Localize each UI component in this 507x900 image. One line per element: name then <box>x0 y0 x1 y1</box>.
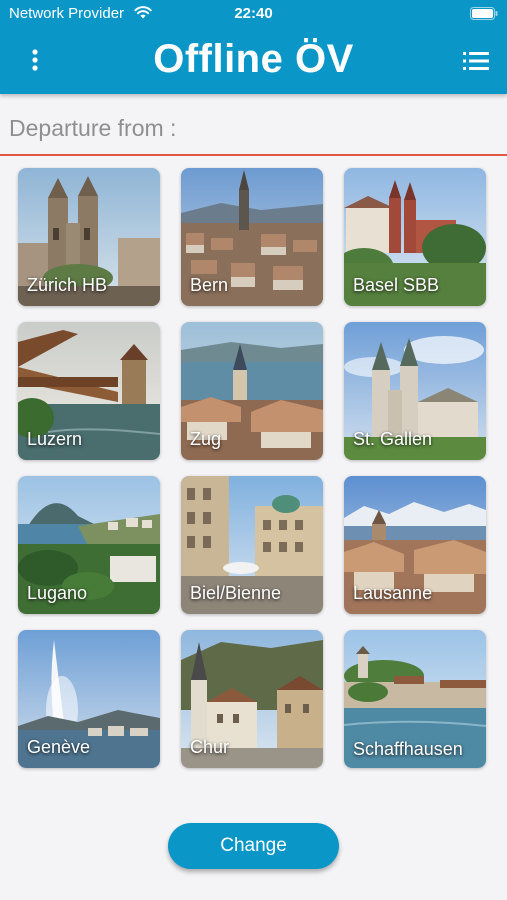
change-button[interactable]: Change <box>168 823 339 869</box>
city-label: Luzern <box>27 429 83 449</box>
city-label: Genève <box>27 737 91 757</box>
list-icon[interactable] <box>462 50 490 72</box>
city-tile-zurich-hb[interactable]: Zürich HB <box>18 168 160 306</box>
departure-input[interactable] <box>0 108 507 148</box>
status-bar: Network Provider 22:40 <box>0 0 507 28</box>
city-grid: Zürich HB Bern Basel SBB Luzern Zug St. … <box>18 168 486 768</box>
battery-icon <box>470 7 498 20</box>
city-label: Zug <box>190 429 222 449</box>
city-tile-geneve[interactable]: Genève <box>18 630 160 768</box>
city-label: Zürich HB <box>27 275 108 295</box>
city-tile-basel-sbb[interactable]: Basel SBB <box>344 168 486 306</box>
city-label: Lausanne <box>353 583 433 603</box>
status-time: 22:40 <box>234 5 273 22</box>
app-header: Network Provider 22:40 Offline ÖV <box>0 0 507 94</box>
city-label: Biel/Bienne <box>190 583 282 603</box>
city-label: Bern <box>190 275 229 295</box>
city-label: Lugano <box>27 583 88 603</box>
city-tile-schaffhausen[interactable]: Schaffhausen <box>344 630 486 768</box>
app-title: Offline ÖV <box>153 37 354 81</box>
city-tile-lausanne[interactable]: Lausanne <box>344 476 486 614</box>
city-label: Basel SBB <box>353 275 440 295</box>
city-tile-zug[interactable]: Zug <box>181 322 323 460</box>
city-tile-biel-bienne[interactable]: Biel/Bienne <box>181 476 323 614</box>
city-label: St. Gallen <box>353 429 433 449</box>
city-tile-luzern[interactable]: Luzern <box>18 322 160 460</box>
city-label: Schaffhausen <box>353 739 463 759</box>
departure-underline <box>0 154 507 156</box>
city-tile-chur[interactable]: Chur <box>181 630 323 768</box>
city-label: Chur <box>190 737 230 757</box>
city-tile-lugano[interactable]: Lugano <box>18 476 160 614</box>
city-tile-st-gallen[interactable]: St. Gallen <box>344 322 486 460</box>
city-tile-bern[interactable]: Bern <box>181 168 323 306</box>
